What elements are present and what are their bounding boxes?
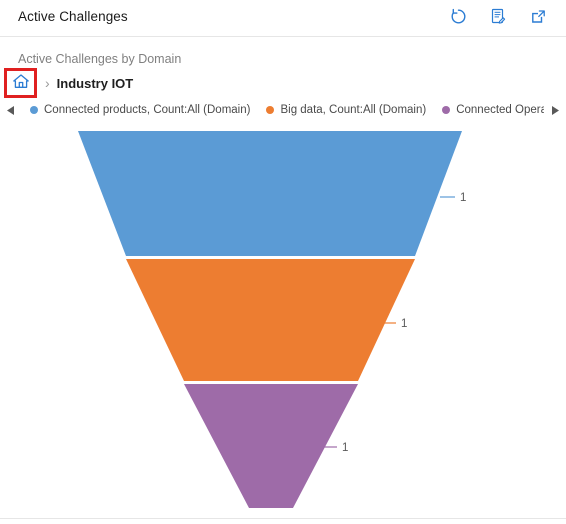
legend-color-swatch-icon [442,106,451,114]
funnel-segment-2-value: 1 [401,318,407,330]
bottom-divider [0,518,566,519]
export-report-icon[interactable] [488,6,508,26]
legend-item-label: Connected products, Count:All (Domain) [44,104,251,116]
refresh-icon[interactable] [448,6,468,26]
funnel-chart: 1 1 1 [0,122,566,510]
chart-legend: Connected products, Count:All (Domain) B… [0,100,566,120]
window-title: Active Challenges [18,9,128,24]
breadcrumb-separator-icon: › [45,75,50,91]
funnel-segment-2 [126,259,415,381]
legend-item-connected-opera[interactable]: Connected Opera [442,104,544,116]
funnel-segment-1-value: 1 [460,192,466,204]
home-icon [12,73,30,94]
legend-item-big-data[interactable]: Big data, Count:All (Domain) [266,104,426,116]
legend-items: Connected products, Count:All (Domain) B… [22,104,544,116]
legend-item-label: Big data, Count:All (Domain) [280,104,427,116]
legend-item-connected-products[interactable]: Connected products, Count:All (Domain) [30,104,250,116]
window-header: Active Challenges [0,0,566,37]
header-actions [448,6,548,26]
funnel-segment-1 [78,131,462,256]
breadcrumb-current-item[interactable]: Industry IOT [57,76,134,91]
breadcrumb: › Industry IOT [4,68,133,98]
popout-icon[interactable] [528,6,548,26]
legend-item-label: Connected Opera [456,104,544,116]
legend-next-arrow-icon[interactable] [544,100,566,120]
funnel-segment-3 [184,384,358,508]
legend-color-swatch-icon [30,106,38,114]
breadcrumb-home-button[interactable] [4,68,37,98]
legend-color-swatch-icon [266,106,275,114]
chart-title: Active Challenges by Domain [18,52,182,66]
funnel-segment-3-value: 1 [342,442,348,454]
legend-prev-arrow-icon[interactable] [0,100,22,120]
